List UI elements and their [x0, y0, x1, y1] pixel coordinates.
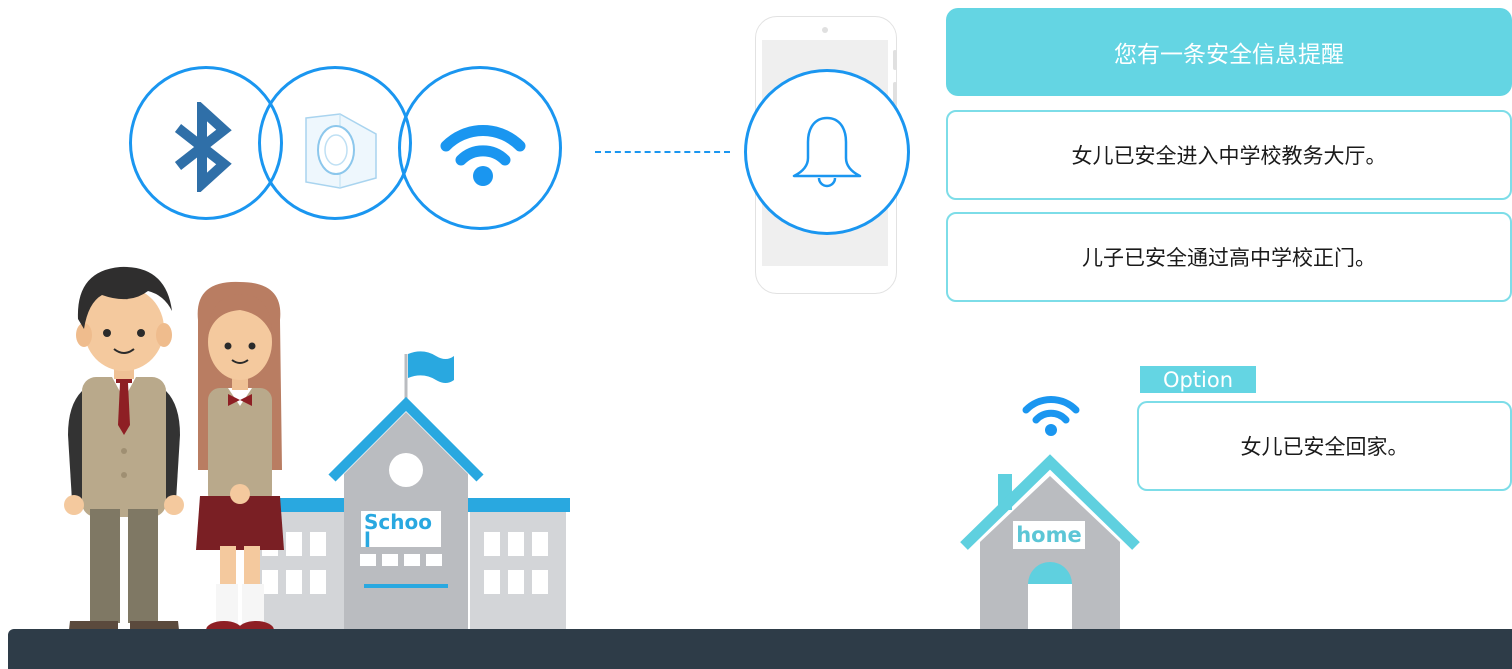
school-illustration: [248, 351, 570, 632]
girl-student-illustration: [196, 281, 284, 639]
wifi-icon: [440, 125, 526, 186]
option-tag: Option: [1140, 366, 1256, 393]
message-text: 儿子已安全通过高中学校正门。: [1082, 246, 1376, 270]
option-tag-label: Option: [1162, 367, 1234, 392]
beacon-device-icon: [305, 113, 377, 189]
phone-camera: [822, 27, 828, 33]
home-wifi-icon: [1022, 396, 1080, 436]
reminder-header: 您有一条安全信息提醒: [946, 8, 1512, 96]
home-sign: home: [1013, 521, 1085, 549]
message-text: 女儿已安全回家。: [1240, 435, 1409, 459]
message-card-son-gate: 儿子已安全通过高中学校正门。: [946, 212, 1512, 302]
message-text: 女儿已安全进入中学校教务大厅。: [1071, 144, 1387, 168]
message-card-daughter-home: 女儿已安全回家。: [1137, 401, 1512, 491]
bluetooth-icon: [174, 102, 232, 192]
phone-side-button: [893, 50, 897, 70]
boy-student-illustration: [64, 266, 184, 639]
bell-icon: [792, 116, 862, 188]
message-card-daughter-hall: 女儿已安全进入中学校教务大厅。: [946, 110, 1512, 200]
reminder-header-text: 您有一条安全信息提醒: [1114, 42, 1344, 68]
school-sign: Schoo l: [361, 511, 441, 550]
connection-line: [595, 151, 730, 153]
ground-bar: [8, 629, 1512, 669]
